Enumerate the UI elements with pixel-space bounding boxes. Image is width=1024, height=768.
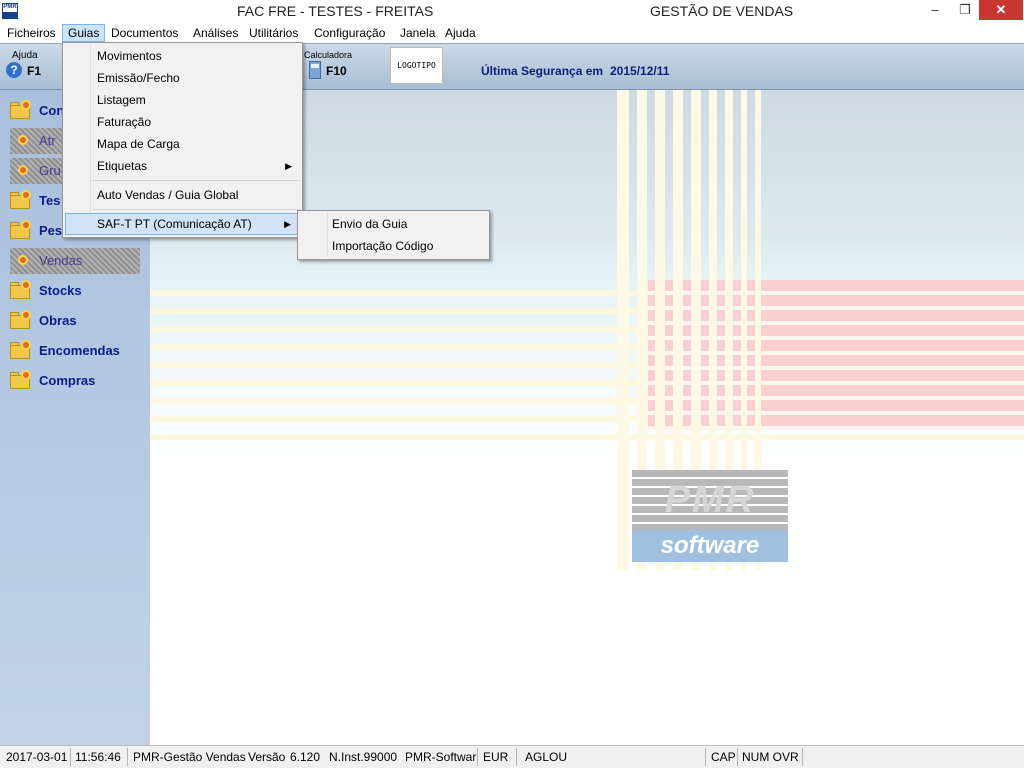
- help-shortcut[interactable]: F1: [27, 64, 41, 78]
- status-installation: N.Inst.99000: [329, 750, 398, 764]
- status-caps-lock: CAP: [711, 750, 736, 764]
- window-title: FAC FRE - TESTES - FREITAS: [237, 3, 434, 19]
- sidebar-item-encomendas[interactable]: Encomendas: [10, 338, 140, 364]
- menu-separator: [93, 209, 300, 210]
- status-version: 6.120: [290, 750, 321, 764]
- status-bar: 2017-03-01 11:56:46 PMR-Gestão Vendas Ve…: [0, 745, 1024, 768]
- menu-item-saft-pt[interactable]: SAF-T PT (Comunicação AT) ▶: [65, 213, 300, 235]
- status-app-name: PMR-Gestão Vendas: [133, 750, 246, 764]
- app-icon[interactable]: PMR: [2, 3, 18, 19]
- saft-submenu: Envio da Guia Importação Código: [297, 210, 490, 260]
- menu-item-movimentos[interactable]: Movimentos: [65, 45, 300, 67]
- menu-configuracao[interactable]: Configuração: [309, 24, 390, 42]
- sidebar-item-label: Gru: [39, 163, 61, 178]
- minimize-button[interactable]: –: [918, 0, 952, 20]
- company-logo: LOGOTIPO: [390, 47, 443, 84]
- status-user: AGLOU: [525, 750, 568, 764]
- pmr-software-logo: software: [632, 530, 788, 562]
- sidebar-item-obras[interactable]: Obras: [10, 308, 140, 334]
- menu-analises[interactable]: Análises: [188, 24, 243, 42]
- submenu-arrow-icon: ▶: [284, 219, 291, 229]
- restore-button[interactable]: ❐: [952, 0, 978, 20]
- menu-item-label: Mapa de Carga: [97, 137, 180, 151]
- calculator-icon[interactable]: [309, 61, 321, 79]
- folder-gear-icon: [10, 340, 32, 360]
- sidebar-item-stocks[interactable]: Stocks: [10, 278, 140, 304]
- status-date: 2017-03-01: [6, 750, 68, 764]
- sidebar-item-label: Stocks: [39, 283, 82, 298]
- menu-bar: Ficheiros Guias Documentos Análises Util…: [0, 23, 1024, 43]
- module-title: GESTÃO DE VENDAS: [650, 3, 794, 19]
- sidebar-item-label: Obras: [39, 313, 77, 328]
- sidebar-item-label: Atr: [39, 133, 56, 148]
- sidebar-item-label: Tes: [39, 193, 61, 208]
- menu-guias[interactable]: Guias: [62, 24, 106, 42]
- menu-separator: [93, 180, 300, 181]
- status-currency: EUR: [483, 750, 509, 764]
- sidebar-item-label: Pes: [39, 223, 63, 238]
- menu-documentos[interactable]: Documentos: [106, 24, 183, 42]
- sidebar-item-label: Con: [39, 103, 65, 118]
- menu-item-label: Listagem: [97, 93, 146, 107]
- submenu-arrow-icon: ▶: [285, 161, 292, 171]
- app-icon-text: PMR: [3, 4, 17, 10]
- sidebar-item-compras[interactable]: Compras: [10, 368, 140, 394]
- sidebar-item-vendas[interactable]: Vendas: [10, 248, 140, 274]
- status-vendor: PMR-Softwar: [405, 750, 477, 764]
- menu-ficheiros[interactable]: Ficheiros: [2, 24, 61, 42]
- menu-item-label: Etiquetas: [97, 159, 148, 173]
- calculator-shortcut[interactable]: F10: [326, 64, 347, 78]
- submenu-item-importacao-codigo[interactable]: Importação Código: [300, 235, 487, 257]
- menu-item-label: Movimentos: [97, 49, 162, 63]
- menu-item-listagem[interactable]: Listagem: [65, 89, 300, 111]
- submenu-item-envio-da-guia[interactable]: Envio da Guia: [300, 213, 487, 235]
- pmr-logo: PMR: [664, 479, 756, 521]
- menu-item-emissao-fecho[interactable]: Emissão/Fecho: [65, 67, 300, 89]
- status-num-ovr: NUM OVR: [742, 750, 799, 764]
- last-backup-label: Última Segurança em: [481, 64, 604, 78]
- folder-gear-icon: [10, 310, 32, 330]
- menu-item-auto-vendas[interactable]: Auto Vendas / Guia Global: [65, 184, 300, 206]
- menu-item-etiquetas[interactable]: Etiquetas ▶: [65, 155, 300, 177]
- calculator-label: Calculadora: [304, 50, 353, 60]
- status-version-label: Versão: [248, 750, 286, 764]
- folder-gear-icon: [10, 220, 32, 240]
- folder-gear-icon: [10, 190, 32, 210]
- menu-item-label: Importação Código: [332, 239, 434, 253]
- folder-gear-icon: [10, 162, 32, 180]
- menu-janela[interactable]: Janela: [395, 24, 440, 42]
- title-bar: PMR FAC FRE - TESTES - FREITAS GESTÃO DE…: [0, 0, 1024, 23]
- menu-utilitarios[interactable]: Utilitários: [244, 24, 303, 42]
- folder-gear-icon: [10, 370, 32, 390]
- sidebar-item-label: Compras: [39, 373, 96, 388]
- help-icon[interactable]: ?: [6, 62, 22, 78]
- menu-item-label: SAF-T PT (Comunicação AT): [97, 217, 252, 231]
- folder-gear-icon: [10, 252, 32, 270]
- last-backup-date: 2015/12/11: [610, 64, 670, 78]
- menu-ajuda[interactable]: Ajuda: [440, 24, 481, 42]
- menu-item-label: Emissão/Fecho: [97, 71, 180, 85]
- guias-dropdown-menu: Movimentos Emissão/Fecho Listagem Fatura…: [62, 42, 303, 238]
- menu-item-label: Faturação: [97, 115, 152, 129]
- menu-item-label: Auto Vendas / Guia Global: [97, 188, 239, 202]
- folder-gear-icon: [10, 132, 32, 150]
- menu-item-label: Envio da Guia: [332, 217, 408, 231]
- sidebar-item-label: Vendas: [39, 253, 83, 268]
- help-label: Ajuda: [12, 50, 38, 61]
- folder-gear-icon: [10, 100, 32, 120]
- status-time: 11:56:46: [75, 750, 121, 764]
- menu-item-faturacao[interactable]: Faturação: [65, 111, 300, 133]
- menu-item-mapa-de-carga[interactable]: Mapa de Carga: [65, 133, 300, 155]
- folder-gear-icon: [10, 280, 32, 300]
- close-button[interactable]: ✕: [979, 0, 1023, 20]
- sidebar-item-label: Encomendas: [39, 343, 120, 358]
